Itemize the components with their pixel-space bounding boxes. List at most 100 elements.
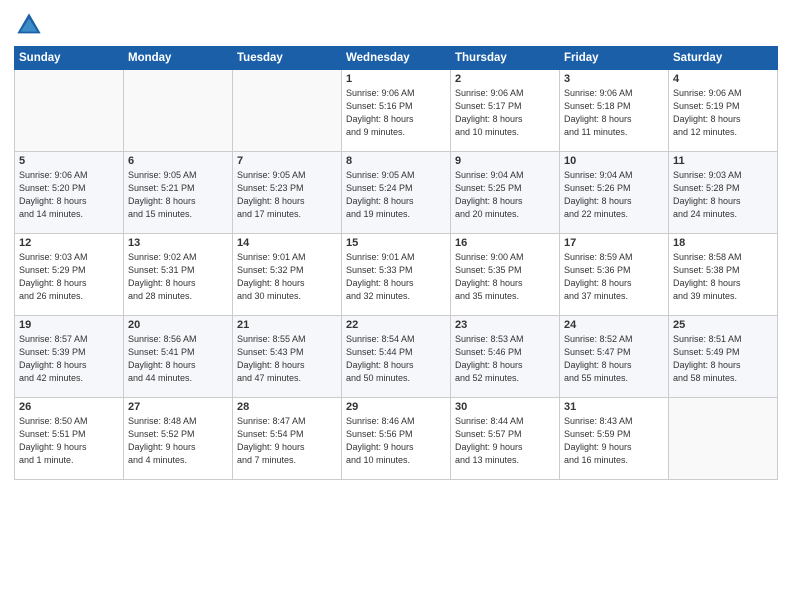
day-cell: 31Sunrise: 8:43 AM Sunset: 5:59 PM Dayli… <box>560 398 669 480</box>
day-number: 10 <box>564 155 664 167</box>
day-number: 5 <box>19 155 119 167</box>
day-number: 28 <box>237 401 337 413</box>
day-cell: 1Sunrise: 9:06 AM Sunset: 5:16 PM Daylig… <box>342 70 451 152</box>
day-cell: 12 Sunrise: 9:03 AM Sunset: 5:29 PM Dayli… <box>15 234 124 316</box>
week-row-5: 26 Sunrise: 8:50 AM Sunset: 5:51 PM Dayli… <box>15 398 778 480</box>
day-info: Sunrise: 9:06 AM Sunset: 5:18 PM Dayligh… <box>564 87 664 139</box>
day-cell: 26 Sunrise: 8:50 AM Sunset: 5:51 PM Dayli… <box>15 398 124 480</box>
day-number: 11 <box>673 155 773 167</box>
day-cell: 22 Sunrise: 8:54 AM Sunset: 5:44 PM Dayli… <box>342 316 451 398</box>
day-cell: 6 Sunrise: 9:05 AM Sunset: 5:21 PM Daylig… <box>124 152 233 234</box>
day-cell: 7 Sunrise: 9:05 AM Sunset: 5:23 PM Daylig… <box>233 152 342 234</box>
day-info: Sunrise: 9:06 AM Sunset: 5:20 PM Dayligh… <box>19 169 119 221</box>
day-number: 4 <box>673 73 773 85</box>
day-number: 12 <box>19 237 119 249</box>
day-info: Sunrise: 9:01 AM Sunset: 5:32 PM Dayligh… <box>237 251 337 303</box>
week-row-4: 19 Sunrise: 8:57 AM Sunset: 5:39 PM Dayli… <box>15 316 778 398</box>
header-row: SundayMondayTuesdayWednesdayThursdayFrid… <box>15 47 778 70</box>
day-number: 23 <box>455 319 555 331</box>
day-cell: 13Sunrise: 9:02 AM Sunset: 5:31 PM Dayli… <box>124 234 233 316</box>
col-header-saturday: Saturday <box>669 47 778 70</box>
day-info: Sunrise: 9:03 AM Sunset: 5:28 PM Dayligh… <box>673 169 773 221</box>
day-cell: 2Sunrise: 9:06 AM Sunset: 5:17 PM Daylig… <box>451 70 560 152</box>
day-number: 14 <box>237 237 337 249</box>
day-number: 30 <box>455 401 555 413</box>
day-number: 19 <box>19 319 119 331</box>
day-info: Sunrise: 8:52 AM Sunset: 5:47 PM Dayligh… <box>564 333 664 385</box>
day-info: Sunrise: 8:56 AM Sunset: 5:41 PM Dayligh… <box>128 333 228 385</box>
day-info: Sunrise: 9:04 AM Sunset: 5:26 PM Dayligh… <box>564 169 664 221</box>
day-info: Sunrise: 9:06 AM Sunset: 5:19 PM Dayligh… <box>673 87 773 139</box>
day-info: Sunrise: 8:55 AM Sunset: 5:43 PM Dayligh… <box>237 333 337 385</box>
day-cell <box>233 70 342 152</box>
week-row-3: 12 Sunrise: 9:03 AM Sunset: 5:29 PM Dayli… <box>15 234 778 316</box>
day-number: 22 <box>346 319 446 331</box>
day-info: Sunrise: 9:01 AM Sunset: 5:33 PM Dayligh… <box>346 251 446 303</box>
day-info: Sunrise: 9:00 AM Sunset: 5:35 PM Dayligh… <box>455 251 555 303</box>
day-info: Sunrise: 8:53 AM Sunset: 5:46 PM Dayligh… <box>455 333 555 385</box>
day-cell: 16 Sunrise: 9:00 AM Sunset: 5:35 PM Dayli… <box>451 234 560 316</box>
page-container: SundayMondayTuesdayWednesdayThursdayFrid… <box>0 0 792 612</box>
day-number: 7 <box>237 155 337 167</box>
day-info: Sunrise: 9:05 AM Sunset: 5:23 PM Dayligh… <box>237 169 337 221</box>
day-info: Sunrise: 8:46 AM Sunset: 5:56 PM Dayligh… <box>346 415 446 467</box>
day-cell: 27Sunrise: 8:48 AM Sunset: 5:52 PM Dayli… <box>124 398 233 480</box>
day-cell: 3 Sunrise: 9:06 AM Sunset: 5:18 PM Daylig… <box>560 70 669 152</box>
day-number: 31 <box>564 401 664 413</box>
day-cell: 30 Sunrise: 8:44 AM Sunset: 5:57 PM Dayli… <box>451 398 560 480</box>
day-cell <box>669 398 778 480</box>
day-info: Sunrise: 8:47 AM Sunset: 5:54 PM Dayligh… <box>237 415 337 467</box>
day-number: 9 <box>455 155 555 167</box>
day-cell: 11 Sunrise: 9:03 AM Sunset: 5:28 PM Dayli… <box>669 152 778 234</box>
day-info: Sunrise: 9:03 AM Sunset: 5:29 PM Dayligh… <box>19 251 119 303</box>
day-info: Sunrise: 8:54 AM Sunset: 5:44 PM Dayligh… <box>346 333 446 385</box>
day-cell: 9Sunrise: 9:04 AM Sunset: 5:25 PM Daylig… <box>451 152 560 234</box>
day-cell: 14 Sunrise: 9:01 AM Sunset: 5:32 PM Dayli… <box>233 234 342 316</box>
day-number: 26 <box>19 401 119 413</box>
day-cell: 18 Sunrise: 8:58 AM Sunset: 5:38 PM Dayli… <box>669 234 778 316</box>
day-info: Sunrise: 9:02 AM Sunset: 5:31 PM Dayligh… <box>128 251 228 303</box>
day-number: 25 <box>673 319 773 331</box>
day-info: Sunrise: 8:51 AM Sunset: 5:49 PM Dayligh… <box>673 333 773 385</box>
week-row-1: 1Sunrise: 9:06 AM Sunset: 5:16 PM Daylig… <box>15 70 778 152</box>
col-header-wednesday: Wednesday <box>342 47 451 70</box>
day-cell <box>124 70 233 152</box>
day-number: 18 <box>673 237 773 249</box>
col-header-monday: Monday <box>124 47 233 70</box>
day-cell: 20 Sunrise: 8:56 AM Sunset: 5:41 PM Dayli… <box>124 316 233 398</box>
day-info: Sunrise: 8:50 AM Sunset: 5:51 PM Dayligh… <box>19 415 119 467</box>
day-cell: 8 Sunrise: 9:05 AM Sunset: 5:24 PM Daylig… <box>342 152 451 234</box>
day-number: 16 <box>455 237 555 249</box>
day-number: 8 <box>346 155 446 167</box>
day-info: Sunrise: 8:59 AM Sunset: 5:36 PM Dayligh… <box>564 251 664 303</box>
day-cell: 21Sunrise: 8:55 AM Sunset: 5:43 PM Dayli… <box>233 316 342 398</box>
day-cell: 4 Sunrise: 9:06 AM Sunset: 5:19 PM Daylig… <box>669 70 778 152</box>
day-number: 24 <box>564 319 664 331</box>
day-info: Sunrise: 8:44 AM Sunset: 5:57 PM Dayligh… <box>455 415 555 467</box>
day-info: Sunrise: 9:05 AM Sunset: 5:21 PM Dayligh… <box>128 169 228 221</box>
day-cell: 19 Sunrise: 8:57 AM Sunset: 5:39 PM Dayli… <box>15 316 124 398</box>
logo <box>14 10 48 40</box>
calendar-table: SundayMondayTuesdayWednesdayThursdayFrid… <box>14 46 778 480</box>
day-cell: 15Sunrise: 9:01 AM Sunset: 5:33 PM Dayli… <box>342 234 451 316</box>
day-number: 6 <box>128 155 228 167</box>
col-header-thursday: Thursday <box>451 47 560 70</box>
day-number: 3 <box>564 73 664 85</box>
day-cell: 24 Sunrise: 8:52 AM Sunset: 5:47 PM Dayli… <box>560 316 669 398</box>
week-row-2: 5 Sunrise: 9:06 AM Sunset: 5:20 PM Daylig… <box>15 152 778 234</box>
col-header-friday: Friday <box>560 47 669 70</box>
day-info: Sunrise: 8:58 AM Sunset: 5:38 PM Dayligh… <box>673 251 773 303</box>
day-info: Sunrise: 9:05 AM Sunset: 5:24 PM Dayligh… <box>346 169 446 221</box>
day-cell: 29 Sunrise: 8:46 AM Sunset: 5:56 PM Dayli… <box>342 398 451 480</box>
day-cell: 17Sunrise: 8:59 AM Sunset: 5:36 PM Dayli… <box>560 234 669 316</box>
col-header-tuesday: Tuesday <box>233 47 342 70</box>
day-cell <box>15 70 124 152</box>
day-number: 20 <box>128 319 228 331</box>
day-cell: 23 Sunrise: 8:53 AM Sunset: 5:46 PM Dayli… <box>451 316 560 398</box>
day-number: 29 <box>346 401 446 413</box>
day-cell: 28 Sunrise: 8:47 AM Sunset: 5:54 PM Dayli… <box>233 398 342 480</box>
day-info: Sunrise: 8:48 AM Sunset: 5:52 PM Dayligh… <box>128 415 228 467</box>
day-cell: 25 Sunrise: 8:51 AM Sunset: 5:49 PM Dayli… <box>669 316 778 398</box>
day-info: Sunrise: 8:57 AM Sunset: 5:39 PM Dayligh… <box>19 333 119 385</box>
day-number: 1 <box>346 73 446 85</box>
